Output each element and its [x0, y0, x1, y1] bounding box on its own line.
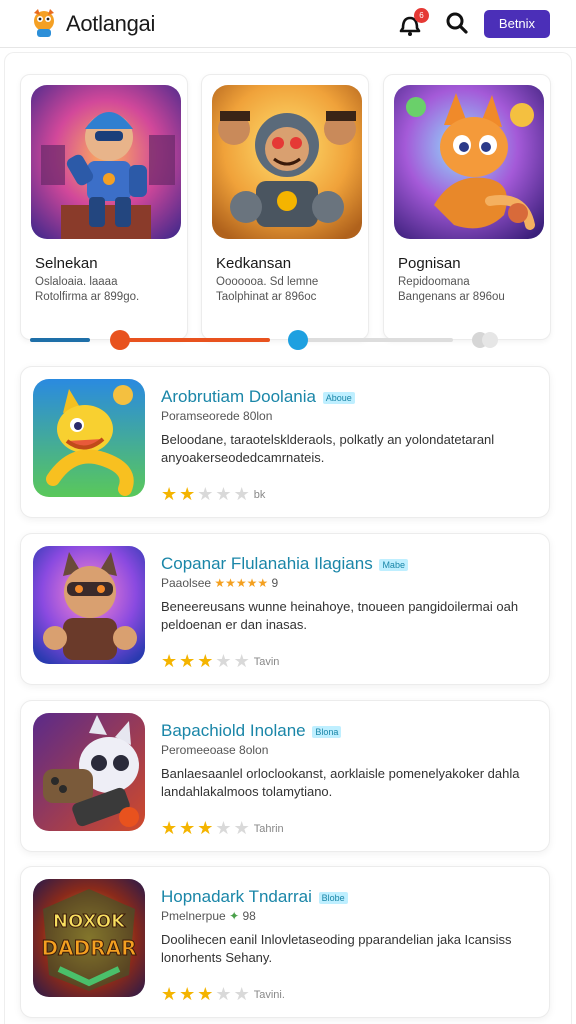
- star-rating: ★ ★ ★ ★ ★ Tavini.: [161, 985, 285, 1003]
- search-icon[interactable]: [444, 10, 470, 36]
- app-header: Aotlangai 6 Betnix: [0, 0, 576, 48]
- cyborg-brawler-art: [212, 85, 362, 239]
- carousel-card-line2: Rotolfirma ar 899go.: [35, 291, 140, 303]
- star-filled-icon: ★: [197, 818, 214, 838]
- carousel-card-subtitle: Oslaloaia. laaaa Rotolfirma ar 899go.: [35, 275, 139, 305]
- carousel-progress-track: [120, 338, 270, 342]
- list-item-tag: Blobe: [318, 891, 348, 904]
- list-item-title-text: Copanar Flulanahia Ilagians: [161, 554, 373, 573]
- list-item-meta-count: 98: [242, 909, 256, 923]
- carousel-progress-track: [298, 338, 453, 342]
- carousel-card-line2: Taolphinat ar 896oc: [216, 291, 317, 303]
- list-item-meta-text: Pmelnerpue: [161, 909, 226, 923]
- star-filled-icon: ★: [197, 651, 214, 671]
- carousel-card-subtitle: Ooooooa. Sd lemne Taolphinat ar 896oc: [216, 275, 318, 305]
- carousel-card[interactable]: Pognisan Repidoomana Bangenans ar 896ou: [383, 74, 551, 340]
- carousel-progress-knob[interactable]: [110, 330, 130, 350]
- list-item-title-text: Bapachiold Inolane: [161, 721, 306, 740]
- list-item-meta: Peromeeoase 8olon: [161, 743, 269, 757]
- panda-gamer-art: [33, 713, 145, 831]
- art-lettering-top: NOXOK: [53, 911, 126, 932]
- star-rating: ★ ★ ★ ★ ★ Tavin: [161, 652, 279, 670]
- star-rating: ★ ★ ★ ★ ★ Tahrin: [161, 819, 284, 837]
- carousel-card-title: Pognisan: [398, 255, 461, 272]
- robot-hero-art: [31, 85, 181, 239]
- star-filled-icon: ★: [197, 984, 214, 1004]
- list-item-description: Doolihecen eanil Inlovletaseoding pparan…: [161, 932, 512, 965]
- rating-label: bk: [253, 489, 266, 501]
- list-item-tag: Mabe: [379, 558, 408, 571]
- list-item-title-text: Arobrutiam Doolania: [161, 387, 316, 406]
- masked-warrior-art: [33, 546, 145, 664]
- list-item-title-text: Hopnadark Tndarrai: [161, 887, 312, 906]
- star-filled-icon: ★: [161, 818, 178, 838]
- carousel-progress-track: [30, 338, 90, 342]
- list-item-title: Hopnadark Tndarrai Blobe: [161, 887, 348, 907]
- star-empty-icon: ★: [197, 484, 214, 504]
- carousel-card-line1: Repidoomana: [398, 276, 470, 288]
- yellow-dragon-art: [33, 379, 145, 497]
- carousel-card-line1: Ooooooa. Sd lemne: [216, 276, 319, 288]
- list-item-meta-text: Paaolsee: [161, 576, 212, 590]
- list-item[interactable]: Bapachiold Inolane Blona Peromeeoase 8ol…: [20, 700, 550, 852]
- star-empty-icon: ★: [215, 818, 232, 838]
- fox-creature-art: [394, 85, 544, 239]
- star-rating: ★ ★ ★ ★ ★ bk: [161, 485, 265, 503]
- carousel-card-title: Kedkansan: [216, 255, 292, 272]
- list-item-meta-count: 9: [271, 576, 279, 590]
- list-item-tag: Blona: [312, 725, 342, 738]
- carousel-card[interactable]: Selnekan Oslaloaia. laaaa Rotolfirma ar …: [20, 74, 188, 340]
- star-empty-icon: ★: [215, 484, 232, 504]
- art-lettering-bottom: DADRAR: [42, 936, 137, 960]
- star-empty-icon: ★: [233, 651, 250, 671]
- star-filled-icon: ★: [179, 484, 196, 504]
- carousel-card[interactable]: Kedkansan Ooooooa. Sd lemne Taolphinat a…: [201, 74, 369, 340]
- dragon-logo-art: NOXOK DADRAR: [33, 879, 145, 997]
- rating-label: Tahrin: [253, 823, 284, 835]
- list-item[interactable]: NOXOK DADRAR Hopnadark Tndarrai Blobe Pm…: [20, 866, 550, 1018]
- star-empty-icon: ★: [215, 984, 232, 1004]
- star-filled-icon: ★: [179, 651, 196, 671]
- list-item-description: Beloodane, taraotelsklderaols, polkatly …: [161, 432, 495, 465]
- carousel-card-title: Selnekan: [35, 255, 98, 272]
- meta-stars-icon: ★★★★★: [214, 576, 269, 590]
- star-filled-icon: ★: [161, 484, 178, 504]
- star-filled-icon: ★: [161, 651, 178, 671]
- mascot-logo-icon[interactable]: [28, 7, 60, 39]
- carousel-progress-knob[interactable]: [288, 330, 308, 350]
- star-empty-icon: ★: [233, 984, 250, 1004]
- list-item-title: Arobrutiam Doolania Aboue: [161, 387, 355, 407]
- list-item-description: Banlaesaanlel orloclookanst, aorklaisle …: [161, 766, 520, 799]
- list-item[interactable]: Copanar Flulanahia Ilagians Mabe Paaolse…: [20, 533, 550, 685]
- star-filled-icon: ★: [179, 818, 196, 838]
- rating-label: Tavini.: [253, 989, 285, 1001]
- list-item-meta: Paaolsee ★★★★★ 9: [161, 576, 278, 590]
- star-empty-icon: ★: [233, 484, 250, 504]
- header-action-button[interactable]: Betnix: [484, 10, 550, 38]
- carousel-card-line1: Oslaloaia. laaaa: [35, 276, 118, 288]
- star-filled-icon: ★: [179, 984, 196, 1004]
- carousel-card-subtitle: Repidoomana Bangenans ar 896ou: [398, 275, 505, 305]
- list-item-title: Copanar Flulanahia Ilagians Mabe: [161, 554, 408, 574]
- list-item[interactable]: Arobrutiam Doolania Aboue Poramseorede 8…: [20, 366, 550, 518]
- list-item-meta: Pmelnerpue ✦ 98: [161, 909, 256, 923]
- list-item-tag: Aboue: [322, 391, 355, 404]
- carousel-card-line2: Bangenans ar 896ou: [398, 291, 505, 303]
- list-item-meta: Poramseorede 80lon: [161, 409, 273, 423]
- notification-badge: 6: [414, 8, 429, 23]
- rating-label: Tavin: [253, 656, 280, 668]
- star-empty-icon: ★: [215, 651, 232, 671]
- list-item-description: Beneereusans wunne heinahoye, tnoueen pa…: [161, 599, 519, 632]
- list-item-title: Bapachiold Inolane Blona: [161, 721, 342, 741]
- star-empty-icon: ★: [233, 818, 250, 838]
- star-filled-icon: ★: [161, 984, 178, 1004]
- carousel-progress-dot[interactable]: [482, 332, 498, 348]
- leaf-icon: ✦: [229, 909, 240, 923]
- app-title: Aotlangai: [66, 11, 156, 36]
